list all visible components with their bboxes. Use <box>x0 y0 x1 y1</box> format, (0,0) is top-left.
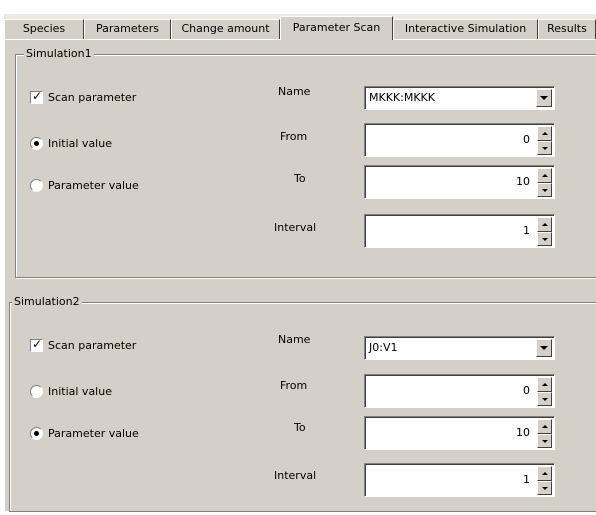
tab-interactive-simulation[interactable]: Interactive Simulation <box>393 19 538 39</box>
simulation1-interval-increment-button[interactable] <box>537 217 552 232</box>
simulation1-group: Simulation1 ✓ Scan parameter Initial val… <box>15 47 596 278</box>
simulation2-to-spinbox[interactable]: 10 <box>364 416 555 450</box>
simulation1-to-label: To <box>294 172 306 185</box>
simulation1-parameter-value-radio[interactable] <box>30 179 43 192</box>
radio-selected-icon <box>34 431 39 436</box>
simulation1-interval-spinbox[interactable]: 1 <box>364 214 555 248</box>
simulation2-from-value: 0 <box>523 384 530 397</box>
checkmark-icon: ✓ <box>32 337 43 351</box>
simulation1-interval-value: 1 <box>523 224 530 237</box>
simulation2-interval-value: 1 <box>523 473 530 486</box>
chevron-up-icon <box>541 131 548 135</box>
simulation2-initial-value-radio[interactable] <box>30 385 43 398</box>
simulation1-name-label: Name <box>278 85 311 98</box>
simulation2-parameter-value-radio[interactable] <box>30 427 43 440</box>
simulation2-name-combobox[interactable]: J0:V1 <box>364 336 555 360</box>
simulation2-from-increment-button[interactable] <box>537 377 552 392</box>
tab-parameter-scan[interactable]: Parameter Scan <box>280 16 393 40</box>
simulation2-group: Simulation2 ✓ Scan parameter Initial val… <box>9 295 596 512</box>
chevron-down-icon <box>541 147 548 150</box>
tab-change-amount[interactable]: Change amount <box>171 19 280 39</box>
simulation2-title: Simulation2 <box>12 295 82 309</box>
simulation2-interval-spinbox[interactable]: 1 <box>364 463 555 497</box>
simulation2-scan-parameter-label: Scan parameter <box>48 339 137 352</box>
simulation2-initial-value-label: Initial value <box>48 385 112 398</box>
simulation2-interval-label: Interval <box>274 469 317 482</box>
parameter-scan-panel: Simulation1 ✓ Scan parameter Initial val… <box>4 39 596 512</box>
simulation1-to-decrement-button[interactable] <box>537 183 552 197</box>
chevron-down-icon <box>540 96 548 100</box>
simulation2-parameter-value-label: Parameter value <box>48 427 139 440</box>
parameter-scan-window: Species Parameters Change amount Paramet… <box>4 14 596 512</box>
simulation1-from-decrement-button[interactable] <box>537 141 552 155</box>
simulation2-to-label: To <box>294 421 306 434</box>
simulation2-to-value: 10 <box>516 426 530 439</box>
simulation1-to-value: 10 <box>516 175 530 188</box>
simulation1-to-spinbox[interactable]: 10 <box>364 165 555 199</box>
chevron-down-icon <box>541 398 548 401</box>
simulation1-parameter-value-label: Parameter value <box>48 179 139 192</box>
simulation2-name-dropdown-button[interactable] <box>536 339 552 357</box>
simulation1-from-value: 0 <box>523 133 530 146</box>
simulation1-interval-label: Interval <box>274 221 317 234</box>
simulation1-name-value: MKKK:MKKK <box>369 91 435 104</box>
chevron-down-icon <box>541 238 548 241</box>
tab-species[interactable]: Species <box>4 19 84 39</box>
simulation1-initial-value-radio[interactable] <box>30 137 43 150</box>
chevron-up-icon <box>541 222 548 226</box>
simulation1-from-increment-button[interactable] <box>537 126 552 141</box>
simulation2-interval-decrement-button[interactable] <box>537 481 552 495</box>
simulation1-scan-parameter-label: Scan parameter <box>48 91 137 104</box>
simulation2-to-increment-button[interactable] <box>537 419 552 434</box>
chevron-up-icon <box>541 382 548 386</box>
simulation2-to-decrement-button[interactable] <box>537 434 552 448</box>
simulation1-to-increment-button[interactable] <box>537 168 552 183</box>
chevron-down-icon <box>540 346 548 350</box>
chevron-up-icon <box>541 173 548 177</box>
simulation1-initial-value-label: Initial value <box>48 137 112 150</box>
simulation2-scan-parameter-checkbox[interactable]: ✓ <box>30 337 43 352</box>
simulation2-name-value: J0:V1 <box>369 341 398 354</box>
simulation2-from-label: From <box>280 379 308 392</box>
simulation2-interval-increment-button[interactable] <box>537 466 552 481</box>
radio-selected-icon <box>34 141 39 146</box>
tab-parameters[interactable]: Parameters <box>84 19 171 39</box>
window-top-edge <box>0 0 596 14</box>
simulation1-from-spinbox[interactable]: 0 <box>364 123 555 157</box>
simulation2-name-label: Name <box>278 333 311 346</box>
checkmark-icon: ✓ <box>32 89 43 103</box>
simulation1-name-dropdown-button[interactable] <box>536 89 552 107</box>
simulation1-title: Simulation1 <box>24 47 94 61</box>
simulation2-from-decrement-button[interactable] <box>537 392 552 406</box>
simulation1-from-label: From <box>280 130 308 143</box>
simulation1-scan-parameter-checkbox[interactable]: ✓ <box>30 89 43 104</box>
chevron-down-icon <box>541 487 548 490</box>
chevron-down-icon <box>541 189 548 192</box>
tab-strip: Species Parameters Change amount Paramet… <box>4 14 596 40</box>
simulation1-name-combobox[interactable]: MKKK:MKKK <box>364 86 555 110</box>
chevron-down-icon <box>541 440 548 443</box>
chevron-up-icon <box>541 471 548 475</box>
simulation2-from-spinbox[interactable]: 0 <box>364 374 555 408</box>
tab-results[interactable]: Results <box>538 19 596 39</box>
chevron-up-icon <box>541 424 548 428</box>
simulation1-interval-decrement-button[interactable] <box>537 232 552 246</box>
